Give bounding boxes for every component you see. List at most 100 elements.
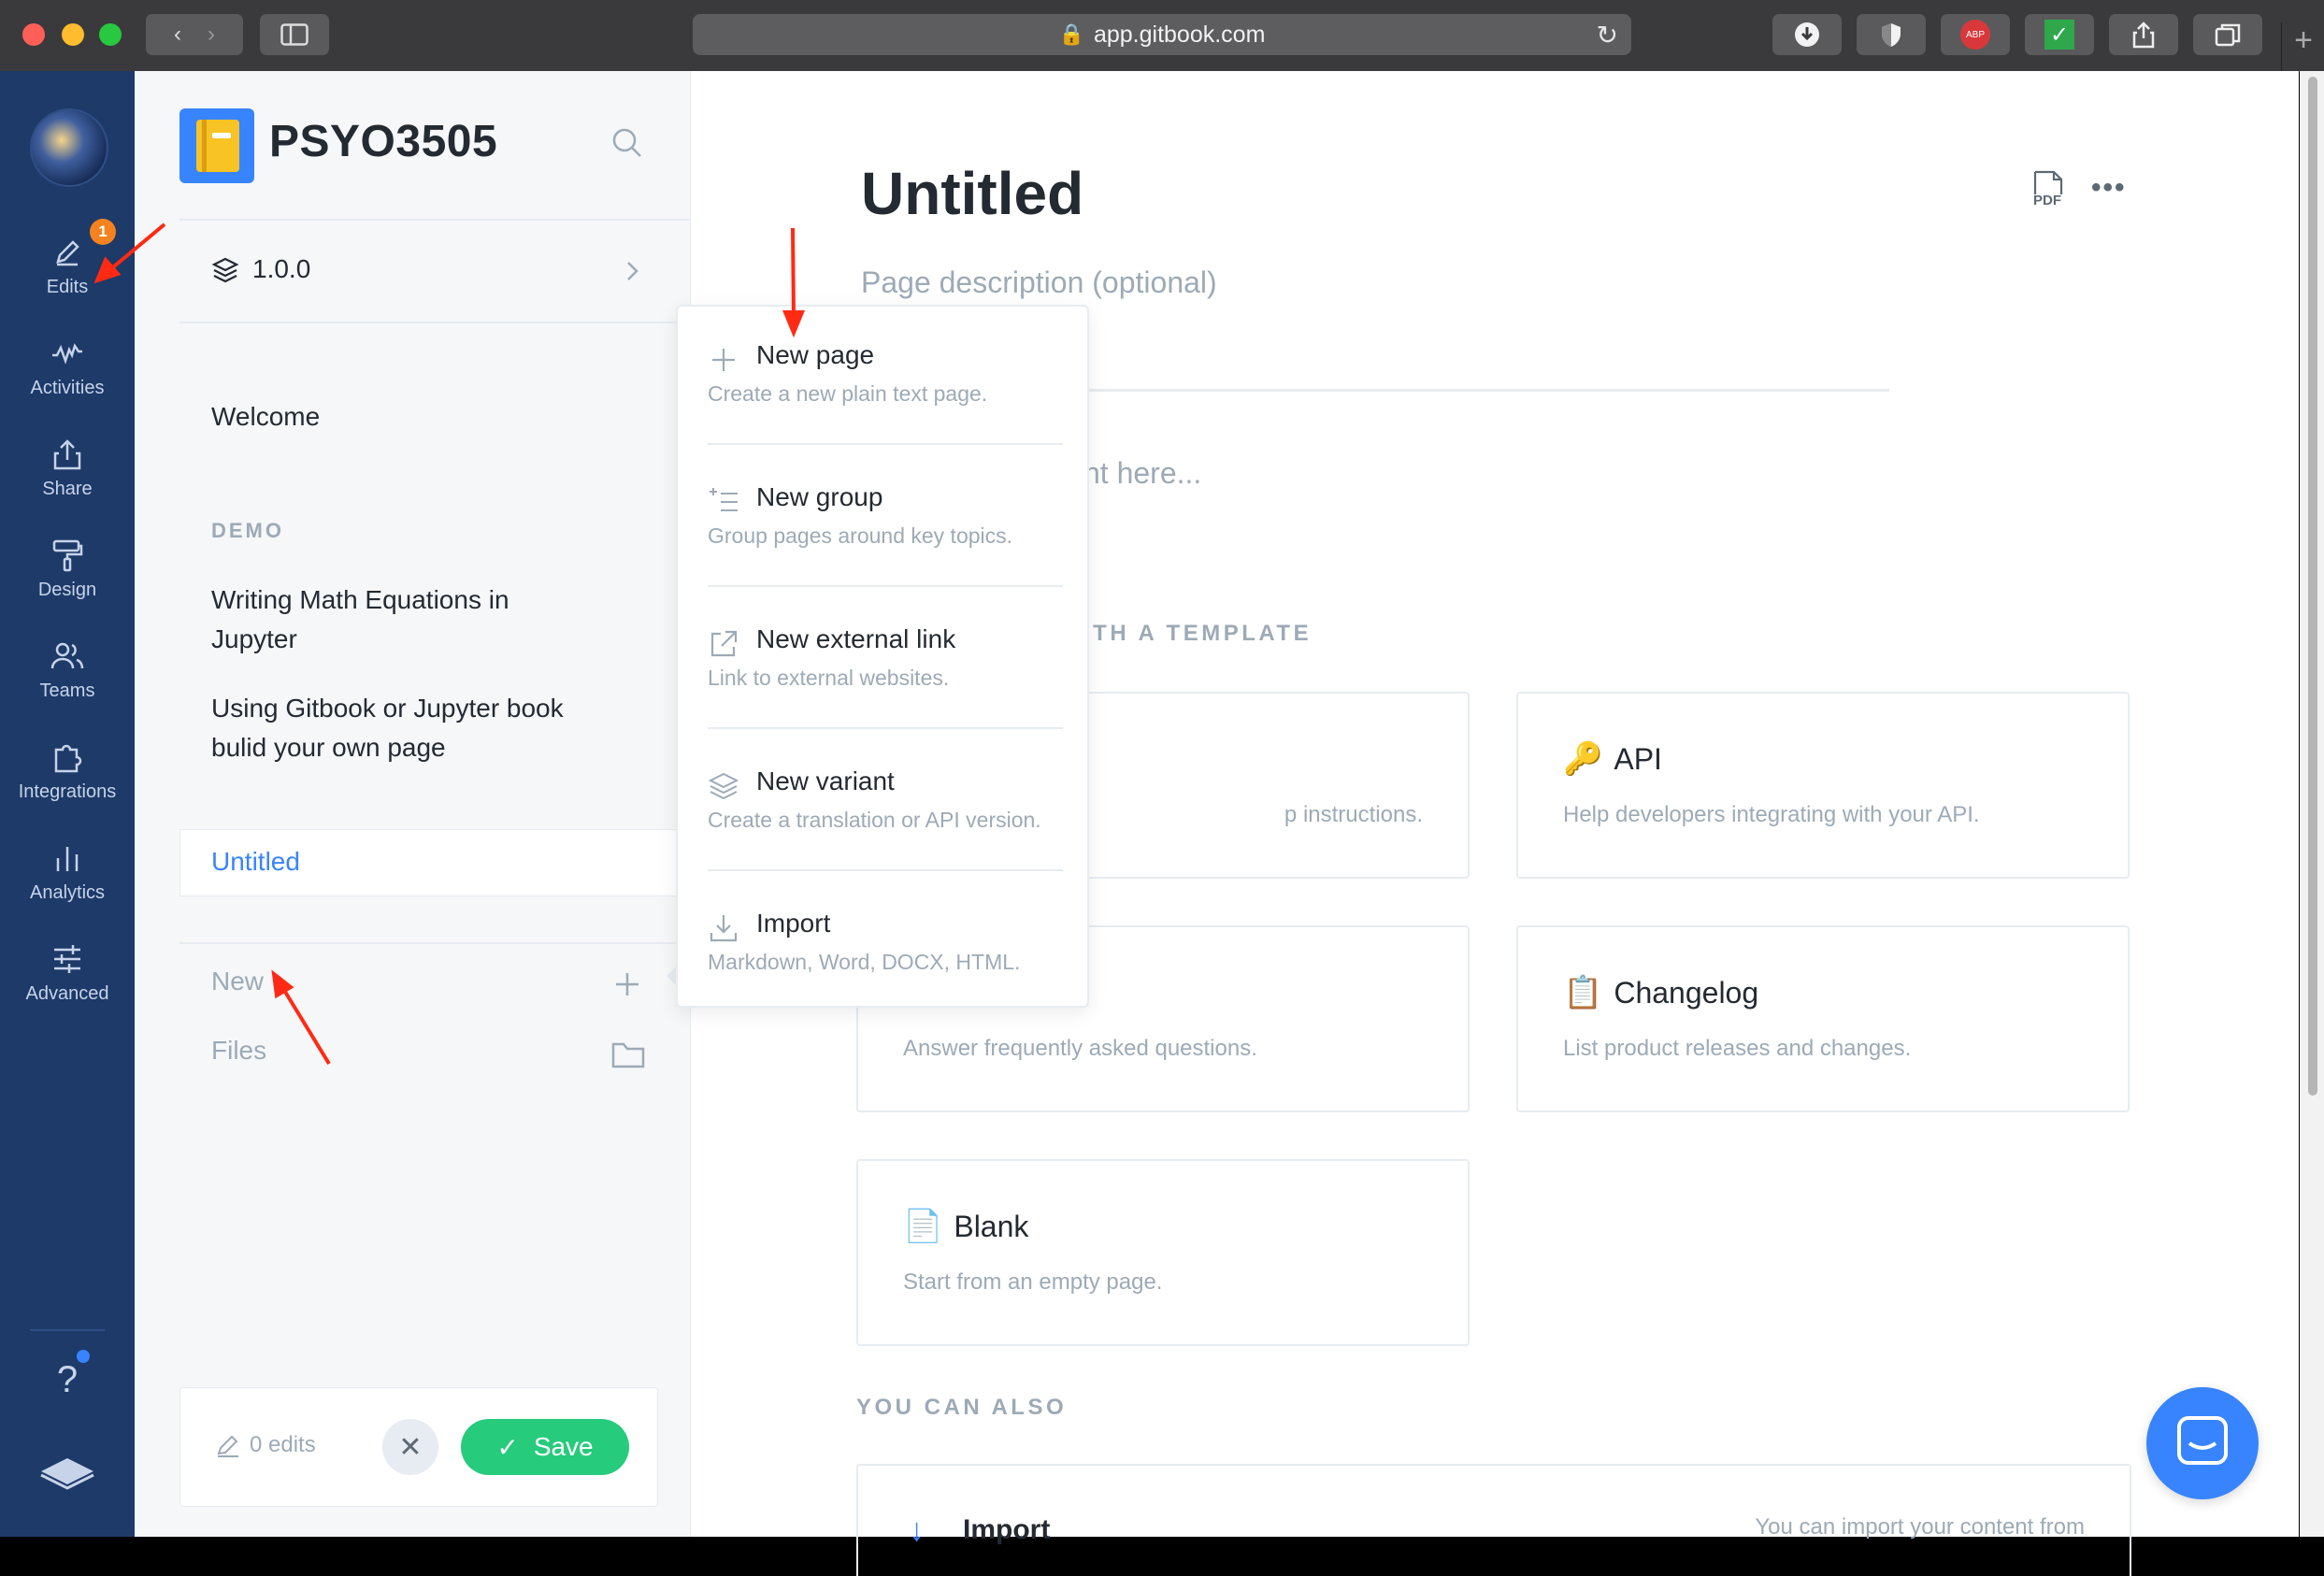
nav-item-untitled[interactable]: Untitled bbox=[179, 829, 690, 896]
maximize-window-button[interactable] bbox=[99, 23, 122, 46]
rail-label: Activities bbox=[30, 378, 105, 398]
rail-item-edits[interactable]: Edits bbox=[0, 234, 135, 298]
address-bar[interactable]: 🔒 app.gitbook.com ↻ bbox=[693, 14, 1631, 55]
rail-item-share[interactable]: Share bbox=[0, 436, 135, 500]
layers-icon bbox=[211, 257, 239, 283]
puzzle-icon bbox=[54, 744, 82, 773]
folder-icon bbox=[611, 1042, 645, 1068]
save-label: Save bbox=[533, 1432, 594, 1461]
rail-item-teams[interactable]: Teams bbox=[0, 638, 135, 702]
search-icon[interactable] bbox=[611, 127, 643, 159]
nav-item-line: Jupyter bbox=[211, 624, 297, 653]
forward-icon[interactable]: › bbox=[208, 21, 215, 48]
page-description-input[interactable]: Page description (optional) bbox=[861, 265, 1217, 300]
version-selector[interactable]: 1.0.0 bbox=[179, 221, 690, 323]
help-button[interactable]: ? bbox=[0, 1359, 135, 1401]
sliders-icon bbox=[54, 945, 80, 973]
gitbook-logo-icon[interactable] bbox=[37, 1451, 97, 1496]
new-tab-button[interactable]: + bbox=[2281, 22, 2324, 71]
back-icon[interactable]: ‹ bbox=[174, 21, 181, 48]
rail-item-integrations[interactable]: Integrations bbox=[0, 738, 135, 803]
new-button[interactable]: New bbox=[179, 959, 690, 1015]
page-title[interactable]: Untitled bbox=[861, 159, 1083, 228]
bar-chart-icon bbox=[56, 847, 79, 871]
tabs-overview-button[interactable] bbox=[2193, 14, 2262, 55]
pdf-label: PDF bbox=[2033, 193, 2061, 208]
notebook-icon bbox=[179, 108, 254, 183]
downloads-button[interactable] bbox=[1772, 14, 1842, 55]
sidebar-divider bbox=[179, 322, 690, 323]
files-label: Files bbox=[211, 1036, 267, 1065]
menu-item-desc: Link to external websites. bbox=[708, 666, 950, 690]
new-label: New bbox=[211, 967, 265, 996]
nav-item-label: Untitled bbox=[211, 847, 300, 876]
files-button[interactable]: Files bbox=[179, 1028, 690, 1084]
save-button[interactable]: ✓ Save bbox=[461, 1419, 629, 1475]
body-placeholder[interactable]: nt here... bbox=[1083, 456, 1201, 491]
template-card-changelog[interactable]: 📋 Changelog List product releases and cha… bbox=[1516, 925, 2130, 1112]
rail-label: Teams bbox=[39, 681, 95, 701]
rail-item-design[interactable]: Design bbox=[0, 537, 135, 601]
menu-item-desc: Markdown, Word, DOCX, HTML. bbox=[708, 950, 1021, 974]
share-button[interactable] bbox=[2109, 14, 2178, 55]
clipboard-icon: 📋 bbox=[1563, 975, 1603, 1010]
new-item-menu: New page Create a new plain text page. N… bbox=[676, 305, 1089, 1008]
menu-item-desc: Group pages around key topics. bbox=[708, 523, 1013, 548]
chat-icon bbox=[2177, 1416, 2228, 1465]
reload-icon[interactable]: ↻ bbox=[1597, 20, 1618, 50]
space-title[interactable]: PSYO3505 bbox=[269, 116, 497, 167]
adblock-icon: ABP bbox=[1960, 20, 1990, 50]
chat-support-button[interactable] bbox=[2146, 1387, 2259, 1499]
rail-item-analytics[interactable]: Analytics bbox=[0, 839, 135, 904]
share-icon bbox=[2132, 21, 2155, 49]
rail-item-activities[interactable]: Activities bbox=[0, 335, 135, 399]
page-icon: 📄 bbox=[903, 1209, 943, 1244]
nav-item-welcome[interactable]: Welcome bbox=[211, 397, 320, 437]
rail-item-advanced[interactable]: Advanced bbox=[0, 940, 135, 1005]
adblock-extension-button[interactable]: ABP bbox=[1941, 14, 2010, 55]
template-card-api[interactable]: 🔑 API Help developers integrating with yo… bbox=[1516, 692, 2130, 879]
lock-icon: 🔒 bbox=[1058, 22, 1084, 46]
sidebar-divider bbox=[179, 942, 690, 944]
page-scrollbar[interactable] bbox=[2300, 71, 2324, 1537]
discard-button[interactable]: ✕ bbox=[382, 1419, 438, 1475]
check-extension-button[interactable]: ✓ bbox=[2025, 14, 2094, 55]
import-card[interactable]: ↓ Import You can import your content fro… bbox=[856, 1464, 2131, 1576]
back-forward-buttons[interactable]: ‹ › bbox=[146, 14, 243, 55]
version-label: 1.0.0 bbox=[252, 254, 311, 283]
plus-icon bbox=[712, 349, 735, 371]
external-link-icon bbox=[710, 630, 738, 657]
edits-counter: 0 edits bbox=[214, 1431, 316, 1459]
template-card-blank[interactable]: 📄 Blank Start from an empty page. bbox=[856, 1159, 1470, 1346]
template-title: Blank bbox=[954, 1209, 1029, 1243]
menu-item-title: New group bbox=[756, 482, 883, 511]
minimize-window-button[interactable] bbox=[62, 23, 84, 46]
group-icon bbox=[710, 488, 738, 511]
menu-item-desc: Create a new plain text page. bbox=[708, 381, 988, 406]
more-options-icon[interactable]: ••• bbox=[2091, 172, 2127, 204]
sidebar-toggle-button[interactable] bbox=[260, 14, 329, 55]
menu-divider bbox=[708, 443, 1063, 445]
close-window-button[interactable] bbox=[22, 23, 45, 46]
save-panel: 0 edits ✕ ✓ Save bbox=[179, 1387, 658, 1507]
browser-toolbar: ‹ › 🔒 app.gitbook.com ↻ ABP ✓ + bbox=[0, 0, 2324, 72]
key-icon: 🔑 bbox=[1563, 741, 1603, 777]
avatar[interactable] bbox=[30, 108, 108, 187]
space-sidebar: PSYO3505 1.0.0 Welcome DEMO Writing Math… bbox=[135, 71, 691, 1537]
rail-label: Share bbox=[42, 479, 93, 499]
nav-item-line: Writing Math Equations in bbox=[211, 585, 509, 614]
shield-extension-button[interactable] bbox=[1857, 14, 1926, 55]
template-desc: Help developers integrating with your AP… bbox=[1563, 802, 1980, 827]
also-heading: YOU CAN ALSO bbox=[856, 1395, 1068, 1420]
rail-label: Advanced bbox=[25, 983, 109, 1004]
checkmark-icon: ✓ bbox=[2044, 20, 2074, 50]
menu-item-desc: Create a translation or API version. bbox=[708, 808, 1041, 832]
menu-divider bbox=[708, 585, 1063, 587]
layers-icon bbox=[708, 772, 739, 800]
scrollbar-thumb[interactable] bbox=[2308, 77, 2317, 1096]
rail-divider bbox=[30, 1329, 105, 1331]
rail-label: Edits bbox=[46, 277, 89, 297]
pdf-export-button[interactable]: PDF bbox=[2030, 170, 2067, 218]
edits-count-label: 0 edits bbox=[250, 1432, 316, 1457]
download-icon bbox=[710, 915, 738, 942]
